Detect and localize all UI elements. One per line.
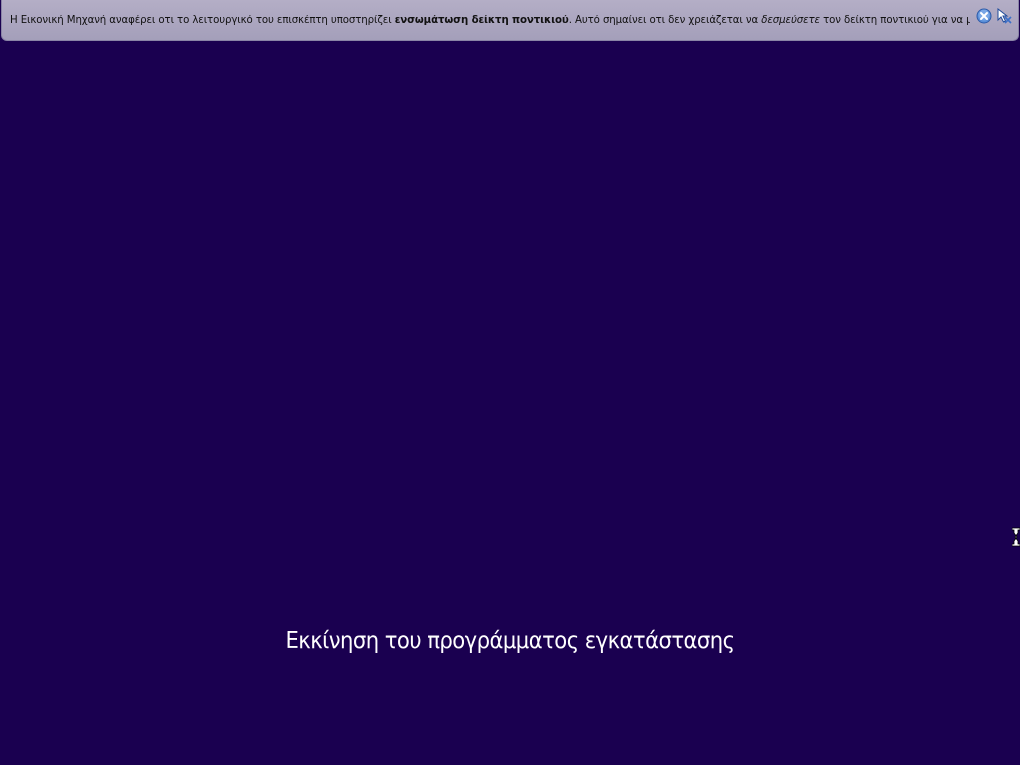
setup-status-text: Εκκίνηση του προγράμματος εγκατάστασης — [285, 628, 735, 654]
notification-actions — [976, 7, 1012, 24]
notification-text-bold: ενσωμάτωση δείκτη ποντικιού — [394, 14, 569, 26]
notification-text-part1: Η Εικονική Μηχανή αναφέρει οτι το λειτου… — [10, 14, 395, 26]
mouse-integration-notification: Η Εικονική Μηχανή αναφέρει οτι το λειτου… — [1, 0, 1019, 41]
vm-screen[interactable]: Η Εικονική Μηχανή αναφέρει οτι το λειτου… — [0, 0, 1020, 765]
notification-text-italic: δεσμεύσετε — [761, 14, 820, 26]
mouse-pointer-icon[interactable] — [996, 7, 1012, 24]
notification-text-part2: . Αυτό σημαίνει οτι δεν χρειάζεται να — [568, 14, 762, 26]
notification-message: Η Εικονική Μηχανή αναφέρει οτι το λειτου… — [10, 15, 970, 26]
close-icon[interactable] — [976, 8, 992, 24]
notification-text-part3: τον δείκτη ποντικιού για να μπορέσετε — [823, 14, 970, 26]
hourglass-cursor-icon — [1011, 527, 1020, 547]
